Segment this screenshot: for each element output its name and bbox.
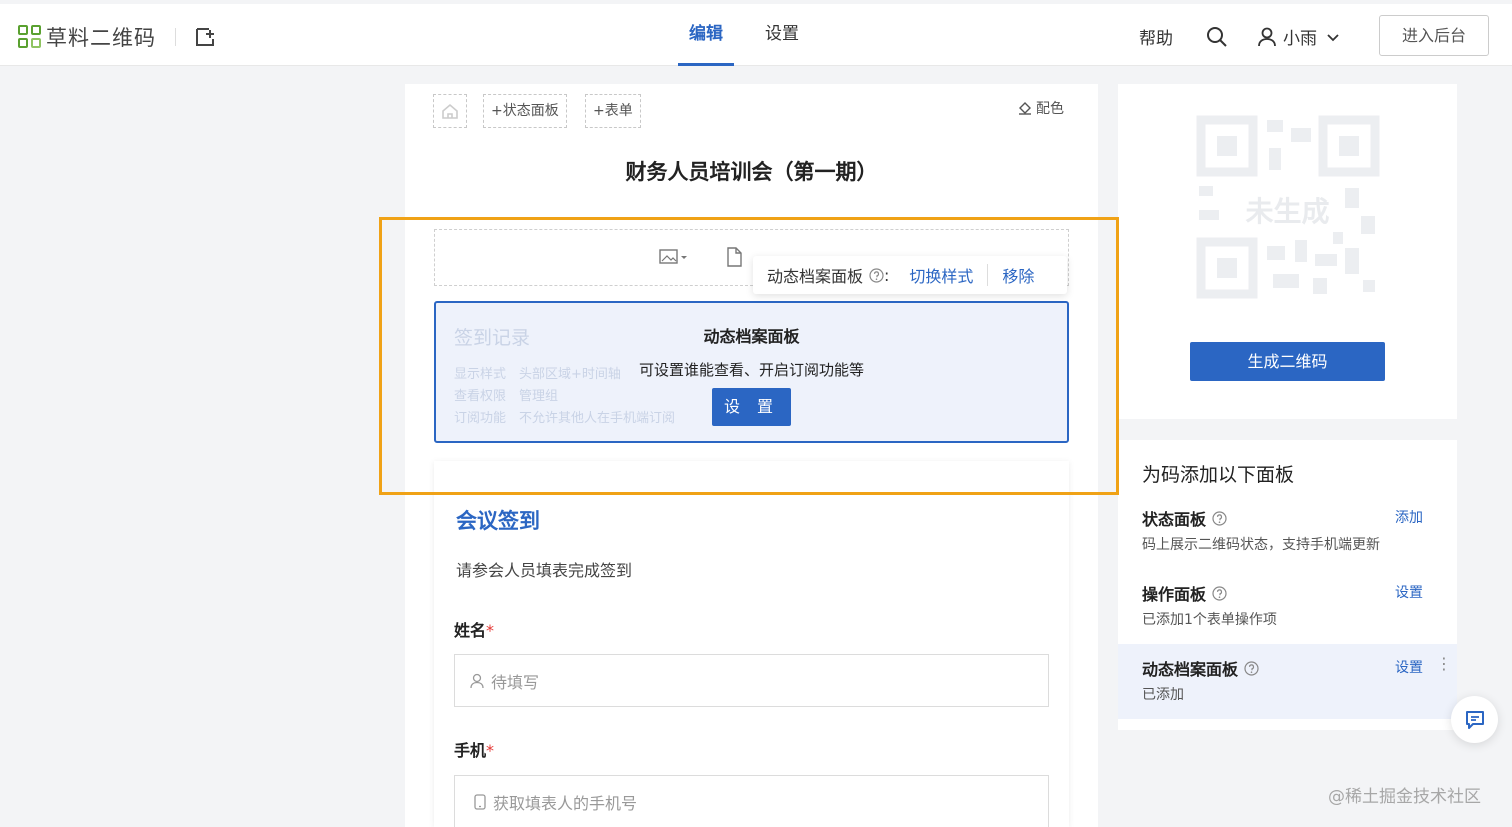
paint-bucket-icon: [1019, 102, 1031, 115]
panel-title: 动态档案面板: [703, 327, 800, 346]
name-field-placeholder: 待填写: [491, 672, 540, 692]
panel-item-name: 状态面板: [1142, 506, 1227, 530]
divider: [987, 264, 989, 286]
more-vertical-icon[interactable]: ⋮: [1436, 656, 1452, 672]
phone-icon: [474, 793, 486, 810]
dynamic-panel-settings-link[interactable]: 设置: [1395, 657, 1423, 677]
search-icon[interactable]: [1206, 26, 1228, 48]
panel-item-description: 已添加: [1142, 687, 1184, 703]
help-circle-icon[interactable]: [1212, 585, 1227, 601]
panel-description: 可设置谁能查看、开启订阅功能等: [638, 361, 864, 379]
help-circle-icon[interactable]: [1212, 510, 1227, 526]
divider: [175, 28, 176, 46]
popover-colon: :: [884, 265, 890, 285]
help-circle-icon[interactable]: [1244, 660, 1259, 676]
action-panel-settings-link[interactable]: 设置: [1395, 582, 1423, 602]
phone-field-label: 手机*: [454, 741, 495, 760]
user-menu[interactable]: 小雨: [1257, 24, 1347, 49]
file-icon[interactable]: [725, 247, 745, 267]
logo-icon: [18, 25, 42, 49]
form-title: 会议签到: [456, 509, 540, 533]
chat-icon: [1465, 710, 1484, 729]
help-link[interactable]: 帮助: [1139, 24, 1173, 49]
generate-qr-button[interactable]: 生成二维码: [1190, 342, 1385, 381]
popover-title: 动态档案面板: [767, 267, 864, 286]
chat-support-button[interactable]: [1451, 696, 1498, 743]
name-field-label: 姓名*: [454, 621, 495, 640]
user-icon: [1258, 27, 1276, 46]
panel-item-status: 状态面板 码上展示二维码状态，支持手机端更新 添加: [1118, 494, 1457, 569]
panel-item-name: 操作面板: [1142, 581, 1227, 605]
remove-link[interactable]: 移除: [1002, 263, 1034, 287]
help-circle-icon[interactable]: [869, 267, 884, 283]
logo[interactable]: 草料二维码: [18, 22, 156, 52]
panels-title: 为码添加以下面板: [1142, 464, 1295, 486]
user-name: 小雨: [1283, 29, 1317, 49]
enter-backend-button[interactable]: 进入后台: [1379, 15, 1489, 56]
add-status-panel-link[interactable]: 添加: [1395, 507, 1423, 527]
panel-popover: 动态档案面板 : 切换样式 移除: [753, 256, 1067, 294]
tab-settings[interactable]: 设置: [754, 4, 810, 66]
user-icon: [470, 673, 484, 688]
switch-style-link[interactable]: 切换样式: [909, 263, 973, 287]
logo-text: 草料二维码: [46, 26, 156, 50]
chevron-down-icon: [1327, 33, 1339, 41]
watermark: @稀土掘金技术社区: [1328, 787, 1481, 807]
panels-card: 为码添加以下面板 状态面板 码上展示二维码状态，支持手机端更新 添加 操作面板 …: [1118, 440, 1457, 730]
panel-item-dynamic-archive[interactable]: 动态档案面板 已添加 设置 ⋮: [1118, 644, 1457, 719]
phone-field[interactable]: 获取填表人的手机号: [454, 775, 1049, 827]
page-title[interactable]: 财务人员培训会（第一期）: [405, 156, 1098, 186]
qr-status-text: 未生成: [1245, 195, 1330, 228]
panel-item-description: 已添加1个表单操作项: [1142, 612, 1277, 628]
qr-preview-card: 未生成 生成二维码: [1118, 84, 1457, 419]
color-label: 配色: [1036, 101, 1064, 117]
app-header: 草料二维码 编辑 设置 帮助 小雨 进入后台: [0, 4, 1512, 66]
home-tool-button[interactable]: [433, 94, 467, 128]
new-page-icon[interactable]: [194, 26, 216, 48]
ghost-line: 查看权限 管理组: [454, 389, 559, 404]
add-form-button[interactable]: +表单: [585, 94, 641, 128]
panel-settings-button[interactable]: 设 置: [712, 388, 791, 426]
phone-field-placeholder: 获取填表人的手机号: [493, 793, 638, 813]
image-icon[interactable]: [659, 247, 687, 267]
color-scheme-button[interactable]: 配色: [1018, 98, 1064, 118]
home-icon: [442, 103, 458, 119]
form-card[interactable]: 会议签到 请参会人员填表完成签到 姓名* 待填写 手机* 获取填表人的手机号: [434, 461, 1069, 827]
tab-edit[interactable]: 编辑: [678, 4, 734, 66]
name-field[interactable]: 待填写: [454, 654, 1049, 707]
panel-item-description: 码上展示二维码状态，支持手机端更新: [1142, 537, 1380, 553]
add-status-panel-button[interactable]: +状态面板: [483, 94, 567, 128]
panel-item-action: 操作面板 已添加1个表单操作项 设置: [1118, 569, 1457, 644]
dynamic-archive-panel[interactable]: 签到记录 显示样式 头部区域+时间轴 查看权限 管理组 订阅功能 不允许其他人在…: [434, 301, 1069, 443]
panel-item-name: 动态档案面板: [1142, 656, 1259, 680]
form-description: 请参会人员填表完成签到: [456, 561, 633, 580]
ghost-line: 订阅功能 不允许其他人在手机端订阅: [454, 411, 676, 426]
main-nav: 编辑 设置: [678, 4, 830, 66]
